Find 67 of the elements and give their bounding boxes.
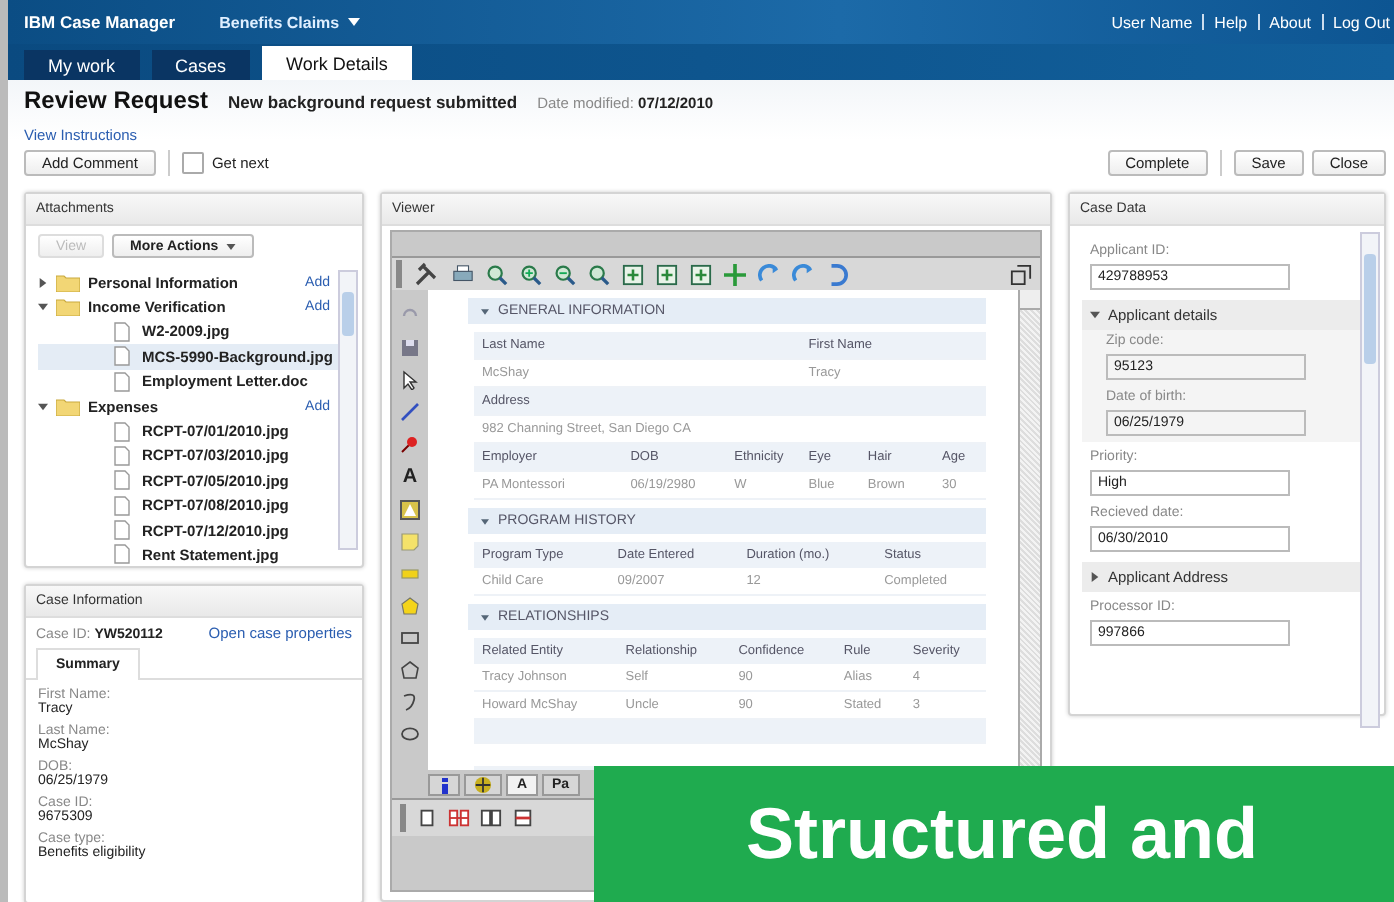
expander-icon[interactable] [38,401,48,412]
document-icon [114,421,130,442]
zoom-out-icon[interactable] [554,263,576,285]
viewer-tab[interactable] [464,774,502,796]
document-icon [114,371,130,392]
folder-icon [56,273,80,292]
header-link[interactable]: Help [1214,13,1248,31]
document-icon [114,470,130,491]
pointer-icon[interactable] [400,370,420,390]
document-icon [114,495,130,516]
move-icon[interactable] [724,263,746,285]
text-tool[interactable]: A [402,466,418,488]
rotate-icon[interactable] [792,263,814,285]
single-page-icon[interactable] [416,808,438,828]
ellipse-icon[interactable] [400,724,420,744]
page-zoom-icon[interactable] [588,263,610,285]
tools-icon[interactable] [414,262,440,286]
header-link[interactable]: User Name [1111,13,1193,31]
solution-menu[interactable]: Benefits Claims [219,13,360,31]
folder-icon [56,397,80,416]
expander-icon [480,517,490,525]
caret-icon [226,243,237,249]
stamp-icon[interactable] [400,500,420,520]
document-icon [114,321,130,342]
restore-window-icon[interactable] [1010,263,1032,285]
caret-icon [347,18,360,26]
compass-icon [474,776,492,794]
split-page-icon[interactable] [512,808,534,828]
scrollbar[interactable] [1018,290,1040,770]
tab[interactable]: My work [24,50,139,80]
polygon-icon[interactable] [400,596,420,616]
curve-icon[interactable] [400,692,420,712]
expander-icon [480,613,490,621]
toolbar-handle[interactable] [400,804,406,832]
work-item-title: Review Request [24,86,209,114]
rotate-icon[interactable] [758,263,780,285]
header-link[interactable]: Log Out [1333,13,1390,31]
viewer-tab[interactable] [428,774,460,796]
printer-icon[interactable] [452,263,474,285]
work-item-subtitle: New background request submitted [228,92,518,112]
header-link[interactable]: About [1269,13,1312,31]
pin-icon[interactable] [400,434,420,454]
product-name: IBM Case Manager [24,12,176,32]
rectangle-icon[interactable] [400,628,420,648]
expander-icon[interactable] [38,277,48,288]
document-icon [114,520,130,541]
expander-icon [480,307,490,315]
expander-icon[interactable] [38,302,48,313]
zoom-in-icon[interactable] [520,263,542,285]
grid-pages-icon[interactable] [448,808,470,828]
document-icon [114,445,130,466]
line-icon[interactable] [400,402,420,422]
zoom-area-icon[interactable] [486,263,508,285]
get-next-checkbox[interactable] [181,152,204,174]
info-icon [441,777,447,793]
banner: Structured and [594,766,1394,902]
toolbar-handle[interactable] [396,260,402,288]
two-pages-icon[interactable] [480,808,502,828]
tab[interactable]: Cases [151,50,251,80]
folder-icon [56,298,80,317]
scrollbar[interactable] [1360,232,1380,728]
tab[interactable]: Work Details [262,46,412,80]
expander-icon [1090,310,1100,320]
polygon-icon[interactable] [400,660,420,680]
expander-icon [1090,572,1100,582]
document-icon [114,346,130,367]
scrollbar[interactable] [338,270,358,550]
